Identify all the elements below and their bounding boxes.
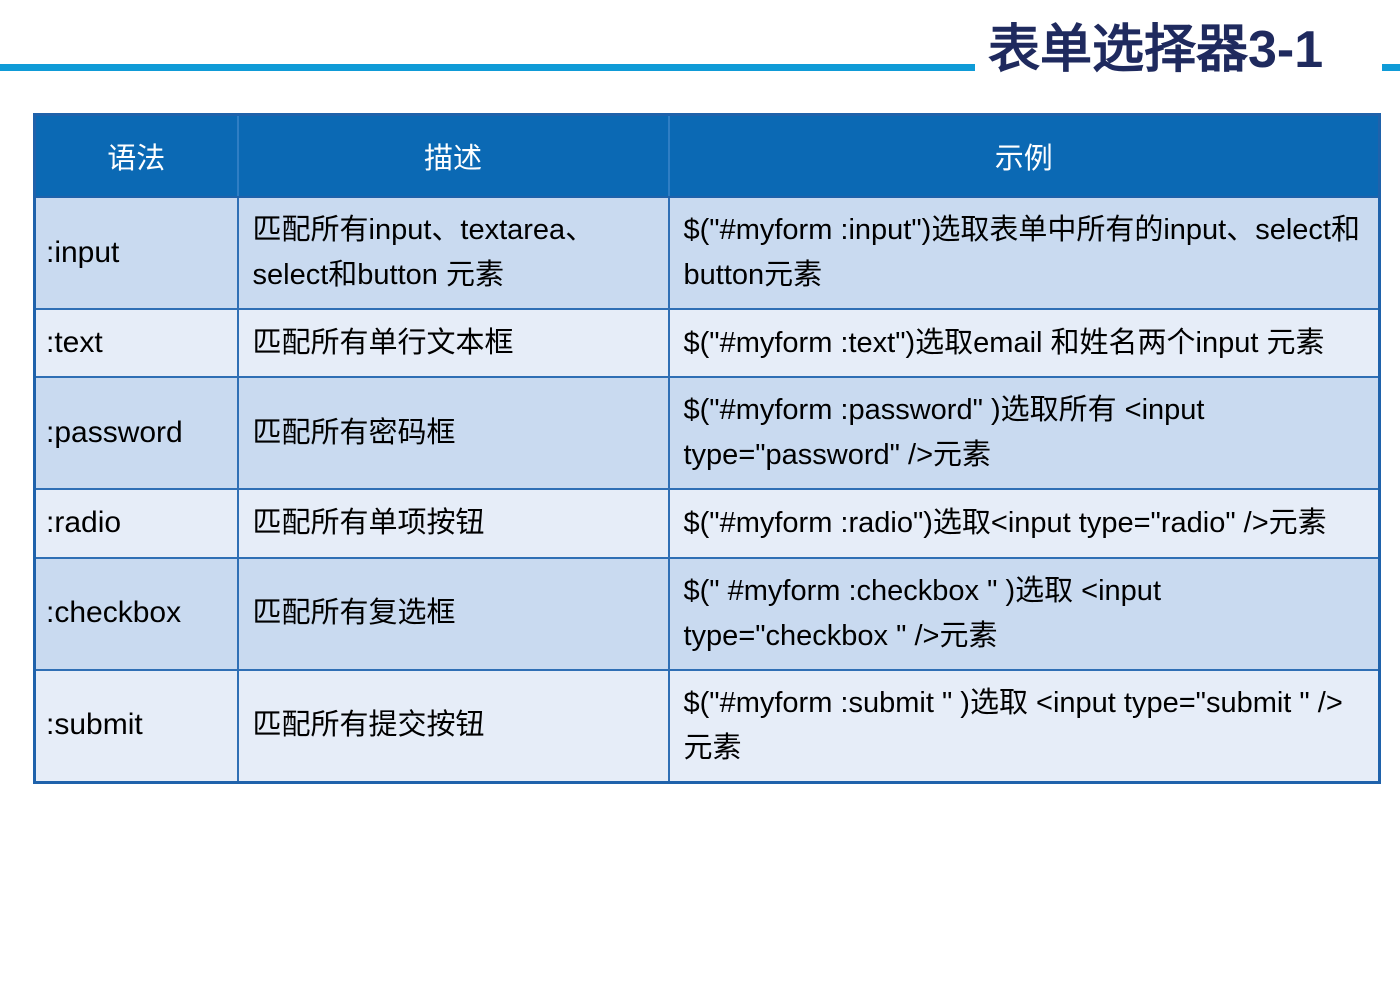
table-row: :password 匹配所有密码框 $("#myform :password" … — [33, 376, 1381, 491]
table-row: :text 匹配所有单行文本框 $("#myform :text")选取emai… — [33, 307, 1381, 379]
page-title: 表单选择器3-1 — [988, 21, 1324, 79]
cell-description: 匹配所有复选框 — [236, 556, 670, 671]
cell-syntax: :submit — [33, 668, 239, 784]
title-rule-left — [0, 64, 975, 71]
cell-description: 匹配所有单行文本框 — [236, 307, 670, 379]
title-rule-right — [1382, 64, 1400, 71]
cell-description: 匹配所有提交按钮 — [236, 668, 670, 784]
cell-example: $("#myform :password" )选取所有 <input type=… — [667, 376, 1381, 491]
cell-example: $("#myform :submit " )选取 <input type="su… — [667, 668, 1381, 784]
cell-syntax: :checkbox — [33, 556, 239, 671]
cell-example: $(" #myform :checkbox " )选取 <input type=… — [667, 556, 1381, 671]
table-row: :checkbox 匹配所有复选框 $(" #myform :checkbox … — [33, 556, 1381, 671]
column-header-syntax: 语法 — [34, 114, 239, 198]
table-row: :radio 匹配所有单项按钮 $("#myform :radio")选取<in… — [33, 488, 1381, 559]
cell-description: 匹配所有input、textarea、select和button 元素 — [236, 196, 670, 310]
cell-syntax: :password — [33, 376, 239, 491]
cell-syntax: :radio — [33, 488, 239, 559]
cell-example: $("#myform :text")选取email 和姓名两个input 元素 — [667, 307, 1381, 379]
cell-syntax: :input — [33, 196, 239, 310]
table-row: :input 匹配所有input、textarea、select和button … — [33, 196, 1381, 310]
slide-header: 表单选择器3-1 — [0, 0, 1400, 100]
cell-description: 匹配所有单项按钮 — [236, 488, 670, 559]
cell-example: $("#myform :input")选取表单中所有的input、select和… — [667, 196, 1381, 310]
cell-example: $("#myform :radio")选取<input type="radio"… — [667, 488, 1381, 559]
column-header-description: 描述 — [236, 114, 670, 198]
table-row: :submit 匹配所有提交按钮 $("#myform :submit " )选… — [33, 668, 1381, 784]
table-header-row: 语法 描述 示例 — [34, 114, 1380, 198]
cell-description: 匹配所有密码框 — [236, 376, 670, 491]
column-header-example: 示例 — [667, 114, 1380, 198]
form-selector-table: 语法 描述 示例 :input 匹配所有input、textarea、selec… — [33, 113, 1381, 784]
cell-syntax: :text — [33, 307, 239, 379]
